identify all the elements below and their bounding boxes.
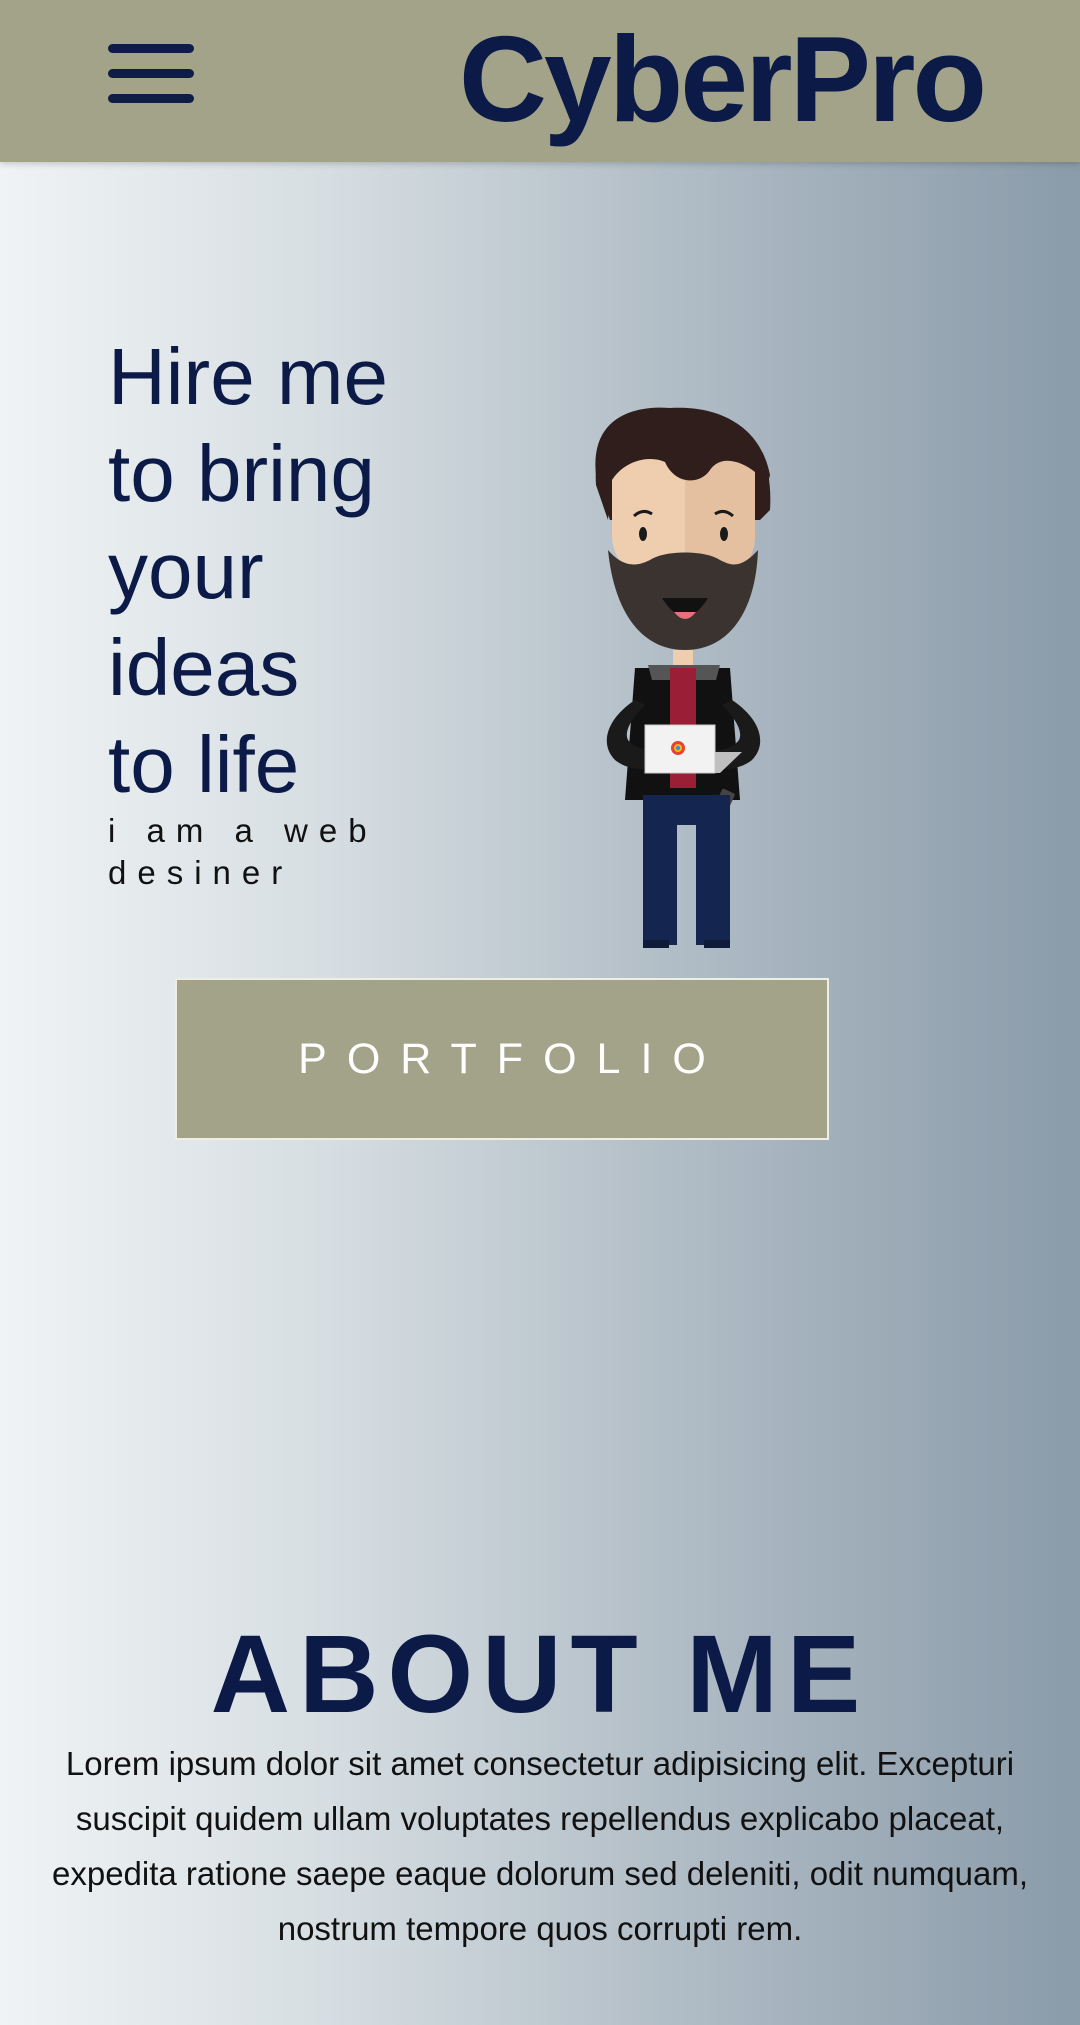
hero-title-line: to bring — [108, 429, 375, 518]
hamburger-menu-icon[interactable] — [106, 40, 198, 116]
hero-title-line: to life — [108, 720, 300, 809]
site-logo[interactable]: CyberPro — [459, 13, 987, 146]
portfolio-button[interactable]: PORTFOLIO — [175, 978, 829, 1140]
hero-title-line: ideas — [108, 623, 300, 712]
about-description: Lorem ipsum dolor sit amet consectetur a… — [52, 1745, 1028, 1947]
hero-subtitle: i am a web desiner — [108, 812, 378, 891]
hero-title-line: your — [108, 526, 264, 615]
menu-bar-middle — [108, 69, 194, 78]
about-section-title: ABOUT ME — [210, 1613, 870, 1736]
hero-title: Hire me to bring your ideas to life — [108, 328, 438, 813]
hero-title-line: Hire me — [108, 332, 389, 421]
developer-avatar-illustration — [595, 407, 771, 948]
menu-bar-top — [108, 44, 194, 53]
top-header: CyberPro — [0, 0, 1080, 162]
menu-bar-bottom — [108, 94, 194, 103]
